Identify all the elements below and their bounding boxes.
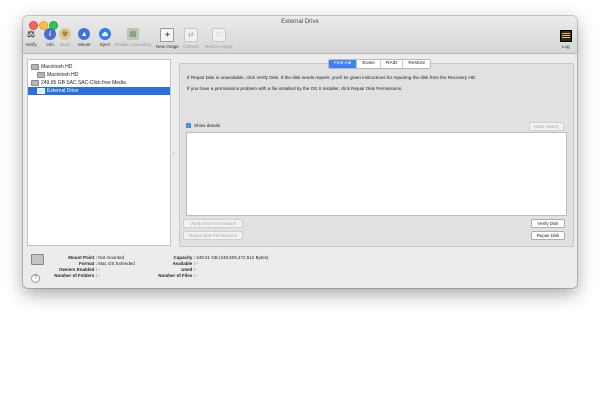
info-key: Format :: [79, 261, 97, 266]
convert-icon: ⇄: [183, 28, 198, 42]
show-details-label: Show details: [194, 123, 221, 128]
info-value: -: [98, 267, 100, 272]
burn-icon: ☢: [59, 28, 71, 40]
show-details-checkbox[interactable]: ✓ Show details: [186, 123, 220, 128]
info-key: Capacity :: [173, 255, 195, 260]
sidebar-item-volume[interactable]: Macintosh HD: [28, 71, 179, 79]
mount-icon: ▲: [78, 28, 91, 40]
toolbar-log-label: Log: [562, 44, 570, 49]
info-key: Used :: [181, 267, 195, 272]
toolbar-convert-label: Convert: [183, 44, 199, 49]
toolbar-verify-label: Verify: [25, 42, 37, 47]
window-title: External Drive: [281, 19, 319, 25]
external-drive-icon: [31, 254, 44, 265]
toolbar-burn-label: Burn: [60, 42, 70, 47]
info-used: Used : -: [150, 267, 198, 272]
help-button[interactable]: ?: [31, 274, 40, 283]
sidebar-item-external-disk[interactable]: 249.95 GB SAC SAC-Click free Media: [28, 79, 173, 87]
toolbar-resize-image-button: □ Resize Image: [205, 28, 233, 49]
permissions-instructions: If you have a permissions problem with a…: [187, 86, 403, 91]
details-log-area[interactable]: [186, 132, 567, 216]
sidebar-item-label: Macintosh HD: [47, 72, 79, 78]
info-icon: i: [44, 28, 56, 40]
tab-first-aid[interactable]: First Aid: [329, 60, 357, 68]
disk-info-area: ? Mount Point : Not mounted Format : Mac…: [23, 247, 577, 288]
first-aid-instructions: If Repair Disk is unavailable, click Ver…: [187, 75, 477, 80]
tab-bar: First Aid Erase RAID Restore: [328, 59, 432, 69]
tab-erase[interactable]: Erase: [356, 60, 380, 68]
sidebar-item-disk[interactable]: Macintosh HD: [28, 63, 173, 71]
repair-disk-button[interactable]: Repair Disk: [531, 231, 565, 240]
info-mount-point: Mount Point : Not mounted: [47, 255, 124, 260]
info-key: Number of Folders :: [54, 273, 97, 278]
volume-icon: [37, 71, 45, 78]
info-key: Mount Point :: [68, 255, 97, 260]
tab-raid[interactable]: RAID: [379, 60, 402, 68]
tab-restore[interactable]: Restore: [402, 60, 430, 68]
info-value: -: [196, 267, 198, 272]
sidebar-item-label: External Drive: [47, 88, 79, 94]
info-owners-enabled: Owners Enabled : -: [47, 267, 100, 272]
info-format: Format : Mac OS Extended: [47, 261, 135, 266]
info-key: Owners Enabled :: [58, 267, 97, 272]
toolbar-new-image-label: New Image: [156, 44, 179, 49]
toolbar-enable-journaling-label: Enable Journaling: [115, 42, 152, 47]
split-view-handle[interactable]: ‹: [173, 151, 175, 157]
info-value: -: [98, 273, 100, 278]
info-capacity: Capacity : 249.51 GB (249,509,472,512 By…: [150, 255, 268, 260]
new-image-icon: ✦: [160, 28, 175, 42]
toolbar-info-button[interactable]: i Info: [44, 28, 56, 47]
info-value: 249.51 GB (249,509,472,512 Bytes): [196, 255, 269, 260]
disk-list-sidebar: Macintosh HD Macintosh HD 249.95 GB SAC …: [27, 59, 171, 246]
toolbar-eject-label: Eject: [99, 42, 110, 47]
toolbar-convert-button: ⇄ Convert: [183, 28, 199, 49]
toolbar-verify-button[interactable]: ⚖ Verify: [25, 28, 37, 48]
info-value: -: [196, 273, 198, 278]
toolbar-resize-image-label: Resize Image: [205, 44, 233, 49]
disk-utility-window: External Drive ⚖ Verify i Info ☢ Burn ▲ …: [23, 16, 577, 288]
info-value: Mac OS Extended: [98, 261, 135, 266]
sidebar-item-label: Macintosh HD: [41, 64, 73, 70]
first-aid-panel: If Repair Disk is unavailable, click Ver…: [179, 63, 574, 247]
journal-icon: ▤: [127, 28, 140, 40]
drive-icon: [31, 63, 39, 70]
info-available: Available : -: [150, 261, 198, 266]
resize-image-icon: □: [211, 28, 226, 42]
toolbar-info-label: Info: [46, 42, 54, 47]
info-key: Available :: [172, 261, 195, 266]
toolbar-burn-button: ☢ Burn: [59, 28, 71, 47]
info-key: Number of Files :: [158, 273, 195, 278]
toolbar-mount-label: Mount: [78, 42, 91, 47]
verify-disk-button[interactable]: Verify Disk: [531, 219, 565, 228]
drive-icon: [31, 79, 39, 86]
log-icon[interactable]: [560, 30, 572, 42]
info-value: -: [196, 261, 198, 266]
repair-disk-permissions-button[interactable]: Repair Disk Permissions: [183, 231, 243, 240]
sidebar-item-label: 249.95 GB SAC SAC-Click free Media: [41, 80, 126, 86]
toolbar-mount-button[interactable]: ▲ Mount: [78, 28, 91, 47]
sidebar-item-external-volume[interactable]: External Drive: [28, 87, 170, 95]
toolbar-new-image-button[interactable]: ✦ New Image: [156, 28, 179, 49]
toolbar-eject-button[interactable]: ⏏ Eject: [99, 28, 111, 47]
info-number-of-files: Number of Files : -: [150, 273, 198, 278]
toolbar: External Drive ⚖ Verify i Info ☢ Burn ▲ …: [23, 16, 577, 54]
volume-icon: [37, 87, 45, 94]
checkmark-icon: ✓: [186, 123, 191, 128]
clear-history-button[interactable]: Clear History: [529, 122, 564, 131]
toolbar-enable-journaling-button: ▤ Enable Journaling: [115, 28, 151, 47]
eject-icon: ⏏: [99, 28, 111, 40]
verify-disk-permissions-button[interactable]: Verify Disk Permissions: [183, 219, 243, 228]
info-number-of-folders: Number of Folders : -: [47, 273, 100, 278]
microscope-icon: ⚖: [26, 28, 36, 39]
info-value: Not mounted: [98, 255, 125, 260]
